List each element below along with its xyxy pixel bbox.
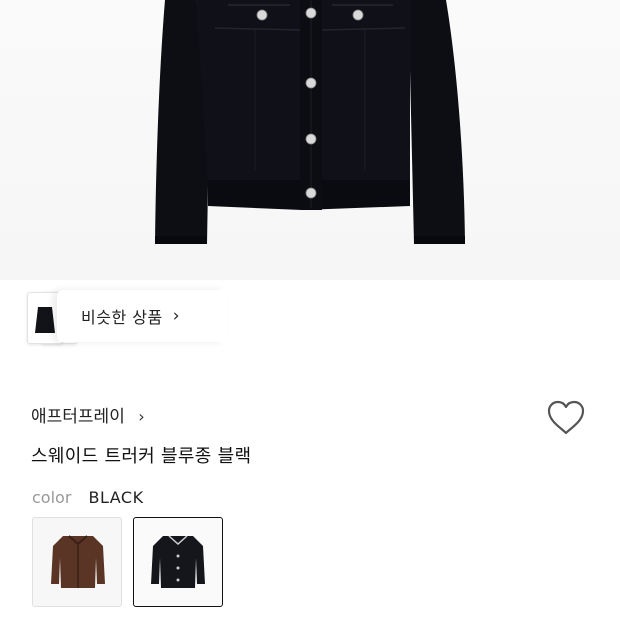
color-value: BLACK [88, 488, 144, 507]
heart-outline-icon [547, 400, 585, 435]
product-title: 스웨이드 트러커 블루종 블랙 [31, 446, 252, 467]
similar-products-label: 비슷한 상품 [81, 308, 163, 327]
color-swatch-black[interactable] [133, 517, 223, 607]
color-label: color [32, 488, 72, 507]
jacket-illustration [155, 0, 465, 244]
color-option: color BLACK [32, 488, 144, 507]
color-swatch-brown[interactable] [32, 517, 122, 607]
chevron-right-icon: › [138, 407, 145, 426]
brand-name: 애프터프레이 [31, 407, 125, 427]
product-image [0, 0, 620, 280]
similar-products[interactable]: 비슷한 상품 › [27, 290, 227, 345]
similar-products-button[interactable]: 비슷한 상품 › [57, 290, 227, 342]
jacket-thumbnail [51, 535, 105, 588]
brand-link[interactable]: 애프터프레이 › [31, 402, 145, 427]
wishlist-button[interactable] [545, 398, 587, 438]
jacket-thumbnail [151, 535, 205, 588]
chevron-right-icon: › [172, 306, 180, 326]
